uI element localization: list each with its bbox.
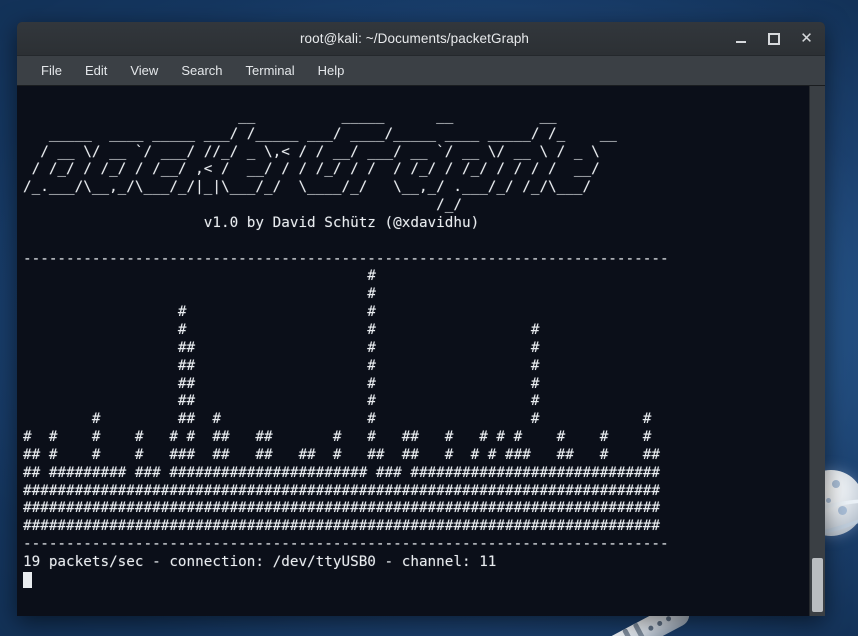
terminal-output: __ _____ __ __ _____ ____ _____ ___/ /__… (23, 90, 809, 591)
terminal-cursor (23, 571, 32, 588)
terminal-body[interactable]: __ _____ __ __ _____ ____ _____ ___/ /__… (17, 86, 825, 616)
minimize-button[interactable] (732, 30, 749, 47)
close-button[interactable]: ✕ (798, 30, 815, 47)
menu-bar: File Edit View Search Terminal Help (17, 56, 825, 86)
window-titlebar[interactable]: root@kali: ~/Documents/packetGraph ✕ (17, 22, 825, 56)
menu-item-search[interactable]: Search (171, 59, 232, 82)
window-controls: ✕ (732, 30, 825, 47)
window-title: root@kali: ~/Documents/packetGraph (299, 31, 530, 46)
menu-item-terminal[interactable]: Terminal (236, 59, 305, 82)
maximize-icon (767, 32, 780, 45)
terminal-scrollbar[interactable] (809, 86, 825, 616)
scrollbar-thumb[interactable] (812, 558, 823, 612)
close-icon: ✕ (800, 30, 813, 47)
maximize-button[interactable] (765, 30, 782, 47)
menu-item-view[interactable]: View (120, 59, 168, 82)
menu-item-file[interactable]: File (31, 59, 72, 82)
terminal-screen[interactable]: __ _____ __ __ _____ ____ _____ ___/ /__… (17, 86, 809, 616)
menu-item-edit[interactable]: Edit (75, 59, 117, 82)
menu-item-help[interactable]: Help (308, 59, 355, 82)
terminal-window[interactable]: root@kali: ~/Documents/packetGraph ✕ Fil… (17, 22, 825, 616)
minimize-icon (735, 41, 746, 43)
